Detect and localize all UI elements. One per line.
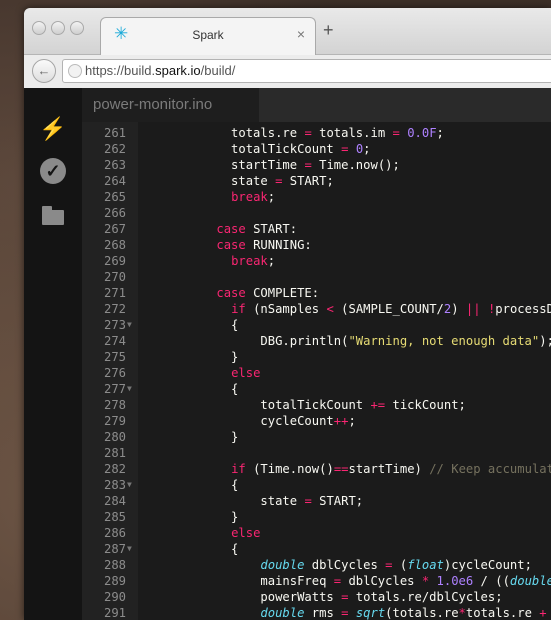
tab-title: Spark xyxy=(192,28,224,42)
file-tab-strip: power-monitor.ino xyxy=(82,88,551,122)
fold-arrow-icon[interactable]: ▼ xyxy=(127,317,132,333)
line-number: 291 xyxy=(103,606,126,620)
code-text: cycleCount++; xyxy=(143,414,356,428)
url-field[interactable]: https://build.spark.io/build/ xyxy=(62,59,551,83)
code-text: else xyxy=(231,366,261,380)
spark-ide: ⚡ ✓ power-monitor.ino 261 totals.re = to… xyxy=(24,88,551,620)
code-text: double rms = sqrt(totals.re*totals.re + … xyxy=(260,606,547,620)
code-text: else xyxy=(231,526,261,540)
code-text: if (nSamples < (SAMPLE_COUNT/2) || !proc… xyxy=(231,302,551,316)
fold-arrow-icon[interactable]: ▼ xyxy=(127,381,132,397)
code-text: startTime = Time.now(); xyxy=(143,158,400,172)
line-number: 286 xyxy=(103,526,126,540)
url-text: https://build.spark.io/build/ xyxy=(85,63,236,78)
code-text: break; xyxy=(231,254,276,268)
code-text: state = START; xyxy=(143,174,334,188)
line-number: 285 xyxy=(103,510,126,524)
browser-tab-spark[interactable]: ✳ Spark × xyxy=(100,17,316,55)
code-text: } xyxy=(143,430,239,444)
line-number: 279 xyxy=(103,414,126,428)
line-number: 261 xyxy=(103,126,126,140)
tab-close-icon[interactable]: × xyxy=(297,26,305,42)
page-info-icon[interactable] xyxy=(68,64,82,78)
code-text: { xyxy=(143,542,239,556)
line-number: 282 xyxy=(103,462,126,476)
zoom-window-button[interactable] xyxy=(70,21,84,35)
code-text: totals.re = totals.im = 0.0F; xyxy=(143,126,444,140)
ide-sidebar: ⚡ ✓ xyxy=(24,88,82,620)
line-number: 262 xyxy=(103,142,126,156)
line-number: 284 xyxy=(103,494,126,508)
code-text: mainsFreq = dblCycles * 1.0e6 / ((double… xyxy=(143,574,551,588)
code-text: double dblCycles = (float)cycleCount; xyxy=(260,558,532,572)
folder-icon[interactable] xyxy=(39,201,67,229)
line-number: 281 xyxy=(103,446,126,460)
address-toolbar: ← https://build.spark.io/build/ xyxy=(24,55,551,89)
line-number: 288 xyxy=(103,558,126,572)
back-button[interactable]: ← xyxy=(32,59,56,83)
line-number: 271 xyxy=(103,286,126,300)
code-text: } xyxy=(143,510,239,524)
line-number: 283 xyxy=(103,478,126,492)
line-number: 276 xyxy=(103,366,126,380)
code-text: state = START; xyxy=(143,494,364,508)
line-number: 287 xyxy=(103,542,126,556)
line-number: 265 xyxy=(103,190,126,204)
file-tab-power-monitor[interactable]: power-monitor.ino xyxy=(82,88,259,122)
code-text: if (Time.now()==startTime) // Keep accum… xyxy=(231,462,551,476)
line-number: 266 xyxy=(103,206,126,220)
line-number: 280 xyxy=(103,430,126,444)
code-text: case START: xyxy=(216,222,298,236)
line-number: 274 xyxy=(103,334,126,348)
flash-icon[interactable]: ⚡ xyxy=(39,115,67,143)
line-number: 275 xyxy=(103,350,126,364)
verify-icon[interactable]: ✓ xyxy=(39,158,67,186)
code-text: } xyxy=(143,350,239,364)
fold-arrow-icon[interactable]: ▼ xyxy=(127,541,132,557)
code-text: case COMPLETE: xyxy=(216,286,320,300)
line-number: 290 xyxy=(103,590,126,604)
line-number: 264 xyxy=(103,174,126,188)
new-tab-button[interactable]: + xyxy=(323,21,334,39)
code-text: { xyxy=(143,478,239,492)
close-window-button[interactable] xyxy=(32,21,46,35)
minimize-window-button[interactable] xyxy=(51,21,65,35)
fold-arrow-icon[interactable]: ▼ xyxy=(127,477,132,493)
line-number: 277 xyxy=(103,382,126,396)
browser-titlebar: ✳ Spark × + xyxy=(24,8,551,55)
code-text: DBG.println("Warning, not enough data"); xyxy=(143,334,551,348)
line-number: 273 xyxy=(103,318,126,332)
line-number: 270 xyxy=(103,270,126,284)
line-number: 267 xyxy=(103,222,126,236)
line-number: 289 xyxy=(103,574,126,588)
code-text: { xyxy=(143,382,239,396)
code-text: powerWatts = totals.re/dblCycles; xyxy=(143,590,503,604)
code-text: break; xyxy=(231,190,276,204)
code-text: { xyxy=(143,318,239,332)
code-text: totalTickCount = 0; xyxy=(143,142,371,156)
line-number: 268 xyxy=(103,238,126,252)
browser-window: ✳ Spark × + ← https://build.spark.io/bui… xyxy=(24,8,551,620)
line-number: 278 xyxy=(103,398,126,412)
line-number: 272 xyxy=(103,302,126,316)
code-editor[interactable]: 261 totals.re = totals.im = 0.0F; 262 tot… xyxy=(82,122,551,620)
code-text: case RUNNING: xyxy=(216,238,312,252)
line-number: 269 xyxy=(103,254,126,268)
code-text: totalTickCount += tickCount; xyxy=(143,398,466,412)
line-number: 263 xyxy=(103,158,126,172)
